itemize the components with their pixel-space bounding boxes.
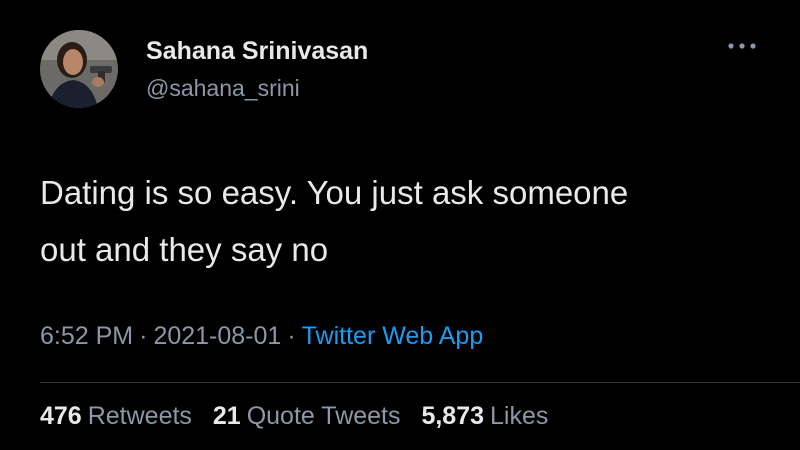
likes-stat[interactable]: 5,873 Likes	[421, 402, 548, 431]
more-options-button[interactable]	[720, 34, 764, 58]
avatar[interactable]	[40, 30, 118, 108]
likes-count: 5,873	[421, 402, 485, 430]
quote-tweets-label: Quote Tweets	[246, 402, 401, 430]
quote-tweets-count: 21	[212, 402, 241, 430]
tweet-time[interactable]: 6:52 PM	[40, 322, 133, 350]
tweet-stats: 476 Retweets 21 Quote Tweets 5,873 Likes	[40, 402, 562, 431]
tweet-metadata: 6:52 PM · 2021-08-01 · Twitter Web App	[40, 322, 483, 351]
meta-separator: ·	[287, 322, 296, 350]
retweets-label: Retweets	[87, 402, 192, 430]
divider	[40, 382, 800, 383]
retweets-count: 476	[40, 402, 82, 430]
more-options-icon	[728, 43, 756, 49]
likes-label: Likes	[490, 402, 549, 430]
tweet-text: Dating is so easy. You just ask someone …	[40, 174, 629, 268]
tweet-date[interactable]: 2021-08-01	[153, 322, 281, 350]
quote-tweets-stat[interactable]: 21 Quote Tweets	[213, 402, 401, 431]
tweet-card: Sahana Srinivasan @sahana_srini Dating i…	[0, 0, 800, 450]
meta-separator: ·	[139, 322, 148, 350]
retweets-stat[interactable]: 476 Retweets	[40, 402, 192, 431]
tweet-source-link[interactable]: Twitter Web App	[302, 322, 484, 350]
avatar-image	[40, 30, 118, 108]
user-handle[interactable]: @sahana_srini	[146, 75, 300, 102]
user-display-name[interactable]: Sahana Srinivasan	[146, 37, 368, 66]
